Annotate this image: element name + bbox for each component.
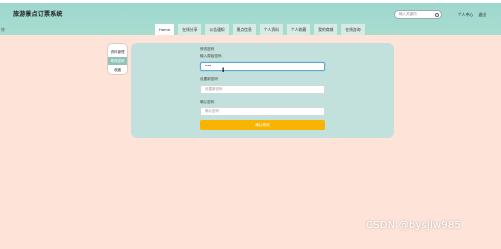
confirm-password-field[interactable]: 确认密码 xyxy=(200,107,325,116)
new-password-field[interactable]: 设置新密码 xyxy=(200,85,325,94)
logout-link[interactable]: 退出 xyxy=(478,12,486,17)
side-item-password[interactable]: 修改密码 xyxy=(108,57,127,65)
old-password-label: 输入原始密码 xyxy=(200,54,222,58)
user-center-link[interactable]: 个人中心 xyxy=(458,12,473,17)
new-password-label: 设置新密码 xyxy=(200,77,218,81)
content-label: 修 xyxy=(1,27,5,32)
user-menu: 个人中心 退出 xyxy=(458,12,490,18)
site-title: 旅游景点订票系统 xyxy=(13,11,63,18)
site-header: 旅游景点订票系统 输入关键词 个人中心 退出 Home 在线分享 公告通知 景点… xyxy=(0,3,501,36)
side-item-favorites[interactable]: 收藏 xyxy=(108,66,127,74)
old-password-field[interactable]: ••• xyxy=(200,62,325,71)
password-form-panel: 修改密码 输入原始密码 ••• I 设置新密码 设置新密码 确认密码 确认密码 … xyxy=(131,43,394,138)
content-area: 修 资料管理 修改密码 收藏 修改密码 输入原始密码 ••• I 设置新密码 设… xyxy=(0,27,501,249)
side-item-profile[interactable]: 资料管理 xyxy=(108,48,127,56)
search-icon[interactable] xyxy=(435,13,439,17)
side-menu: 资料管理 修改密码 收藏 xyxy=(107,43,128,75)
text-cursor-icon: I xyxy=(222,67,225,74)
watermark: CSDN @bysjlw985 xyxy=(366,220,461,231)
confirm-change-button[interactable]: 确认修改 xyxy=(200,120,325,130)
confirm-password-label: 确认密码 xyxy=(200,100,215,104)
section-title: 修改密码 xyxy=(200,47,215,51)
